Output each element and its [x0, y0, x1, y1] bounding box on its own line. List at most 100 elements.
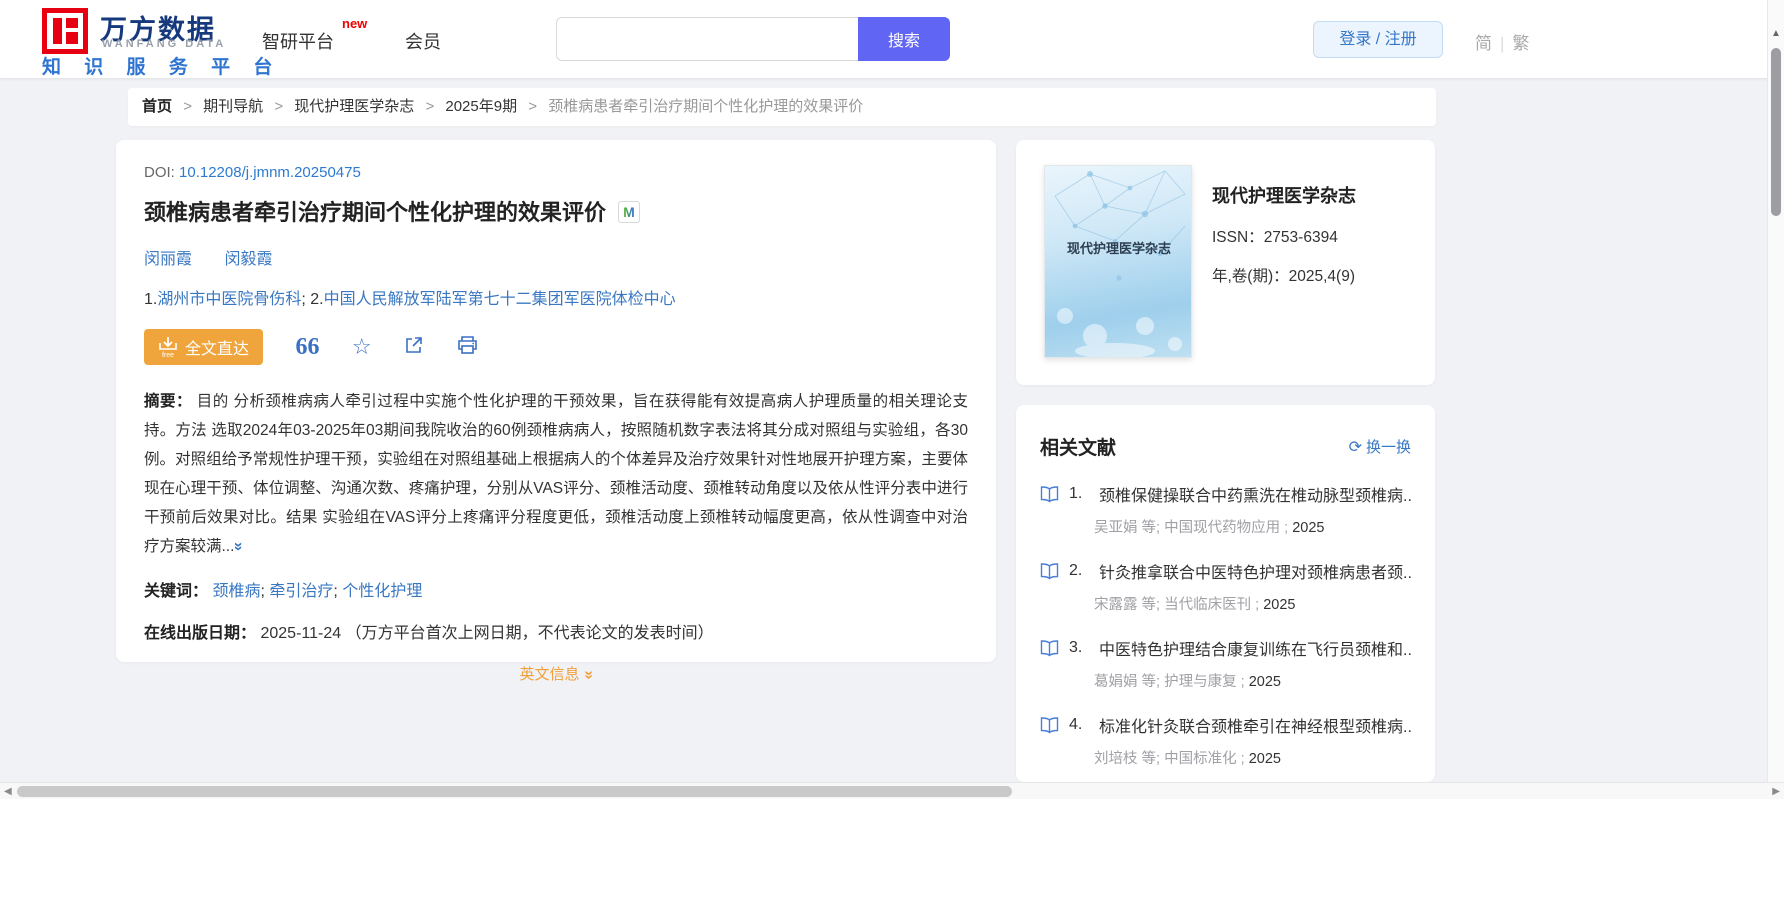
- breadcrumb-home[interactable]: 首页: [142, 98, 172, 115]
- related-item-meta: 葛娟娟 等; 护理与康复 ; 2025: [1094, 674, 1281, 690]
- journal-card: 现代护理医学杂志 现代护理医学杂志 ISSN：2753-6394 年,卷(期)：…: [1016, 140, 1435, 385]
- keyword-link[interactable]: 个性化护理: [342, 583, 422, 600]
- related-item: 4. 标准化针灸联合颈椎牵引在神经根型颈椎病... 刘培枝 等; 中国标准化 ;…: [1040, 713, 1411, 768]
- related-item: 2. 针灸推拿联合中医特色护理对颈椎病患者颈... 宋露露 等; 当代临床医刊 …: [1040, 559, 1411, 614]
- cover-network-art: [1054, 170, 1186, 357]
- article-title: 颈椎病患者牵引治疗期间个性化护理的效果评价 M: [144, 195, 968, 227]
- breadcrumb-issue[interactable]: 2025年9期: [445, 98, 517, 115]
- journal-volume: 年,卷(期)：2025,4(9): [1212, 268, 1355, 285]
- affiliations: 1.湖州市中医院骨伤科; 2.中国人民解放军陆军第七十二集团军医院体检中心: [144, 285, 968, 309]
- affiliation-link[interactable]: 中国人民解放军陆军第七十二集团军医院体检中心: [324, 291, 676, 308]
- cite-icon[interactable]: 66: [295, 335, 319, 359]
- lang-traditional[interactable]: 繁: [1512, 34, 1529, 53]
- breadcrumb: 首页 > 期刊导航 > 现代护理医学杂志 > 2025年9期 > 颈椎病患者牵引…: [128, 88, 1436, 126]
- search-input[interactable]: [556, 17, 858, 61]
- print-icon[interactable]: [457, 335, 478, 360]
- related-item-title[interactable]: 标准化针灸联合颈椎牵引在神经根型颈椎病...: [1099, 713, 1411, 737]
- related-item-title[interactable]: 中医特色护理结合康复训练在飞行员颈椎和...: [1099, 636, 1411, 660]
- refresh-related-button[interactable]: ⟳ 换一换: [1349, 436, 1411, 457]
- breadcrumb-current: 颈椎病患者牵引治疗期间个性化护理的效果评价: [548, 98, 864, 115]
- journal-name[interactable]: 现代护理医学杂志: [1212, 182, 1356, 208]
- breadcrumb-journal-nav[interactable]: 期刊导航: [203, 98, 263, 115]
- breadcrumb-separator: >: [425, 98, 435, 115]
- keyword-link[interactable]: 颈椎病: [212, 583, 260, 600]
- scroll-up-arrow-icon[interactable]: ▲: [1771, 28, 1781, 39]
- keyword-separator: ;: [260, 583, 265, 600]
- english-info-row: 英文信息»: [144, 663, 968, 684]
- related-item: 1. 颈椎保健操联合中药熏洗在椎动脉型颈椎病... 吴亚娟 等; 中国现代药物应…: [1040, 482, 1411, 537]
- affiliation-link[interactable]: 湖州市中医院骨伤科: [157, 291, 301, 308]
- language-switch: 简 | 繁: [1475, 29, 1529, 54]
- author-link[interactable]: 闵毅霞: [224, 251, 272, 268]
- logo-tagline: 知 识 服 务 平 台: [42, 57, 282, 78]
- keyword-separator: ;: [333, 583, 338, 600]
- related-item-number: 4.: [1069, 716, 1083, 733]
- lang-divider: |: [1500, 34, 1505, 53]
- doi-link[interactable]: 10.12208/j.jmnm.20250475: [179, 164, 361, 181]
- related-item-meta: 吴亚娟 等; 中国现代药物应用 ; 2025: [1094, 520, 1325, 536]
- svg-text:free: free: [162, 352, 174, 358]
- online-date-row: 在线出版日期： 2025-11-24 （万方平台首次上网日期，不代表论文的发表时…: [144, 619, 968, 643]
- vertical-scrollbar-thumb[interactable]: [1771, 48, 1781, 216]
- wanfang-logo-icon[interactable]: [42, 8, 88, 54]
- doi-label: DOI:: [144, 164, 175, 181]
- refresh-icon: ⟳: [1348, 439, 1362, 456]
- related-item: 3. 中医特色护理结合康复训练在飞行员颈椎和... 葛娟娟 等; 护理与康复 ;…: [1040, 636, 1411, 691]
- m-badge-icon[interactable]: M: [618, 201, 641, 223]
- logo-en-text: WANFANG DATA: [102, 38, 227, 50]
- search-bar: 搜索: [556, 17, 950, 61]
- related-item-title[interactable]: 颈椎保健操联合中药熏洗在椎动脉型颈椎病...: [1099, 482, 1411, 506]
- author-link[interactable]: 闵丽霞: [144, 251, 192, 268]
- lang-simplified[interactable]: 简: [1475, 34, 1492, 53]
- share-icon[interactable]: [404, 335, 424, 360]
- affiliation-separator: ;: [301, 291, 306, 308]
- related-title: 相关文献: [1040, 438, 1117, 459]
- keywords-row: 关键词： 颈椎病; 牵引治疗; 个性化护理: [144, 577, 968, 601]
- affiliation-num: 2.: [310, 291, 324, 308]
- scroll-right-arrow-icon[interactable]: ▶: [1772, 786, 1780, 797]
- related-item-number: 2.: [1069, 562, 1083, 579]
- book-icon: [1040, 485, 1059, 502]
- breadcrumb-separator: >: [274, 98, 284, 115]
- search-button[interactable]: 搜索: [858, 17, 950, 61]
- related-item-number: 1.: [1069, 485, 1083, 502]
- online-date-note: （万方平台首次上网日期，不代表论文的发表时间）: [345, 625, 714, 642]
- author-list: 闵丽霞 闵毅霞: [144, 245, 968, 269]
- nav-member[interactable]: 会员: [405, 28, 441, 54]
- cover-title: 现代护理医学杂志: [1066, 241, 1171, 256]
- book-icon: [1040, 716, 1059, 733]
- fulltext-button[interactable]: free 全文直达: [144, 329, 264, 365]
- login-register-button[interactable]: 登录 / 注册: [1313, 21, 1443, 58]
- horizontal-scrollbar[interactable]: ◀ ▶: [0, 782, 1784, 799]
- scroll-left-arrow-icon[interactable]: ◀: [4, 786, 12, 797]
- book-icon: [1040, 562, 1059, 579]
- breadcrumb-journal[interactable]: 现代护理医学杂志: [294, 98, 414, 115]
- article-card: DOI: 10.12208/j.jmnm.20250475 颈椎病患者牵引治疗期…: [116, 140, 996, 683]
- new-badge: new: [342, 16, 368, 31]
- keywords-label: 关键词：: [144, 583, 209, 600]
- english-info-chevron-icon[interactable]: »: [579, 671, 597, 680]
- vertical-scrollbar[interactable]: ▲: [1767, 0, 1784, 782]
- nav-zhiyan-platform[interactable]: 智研平台 new: [262, 16, 367, 54]
- favorite-star-icon[interactable]: ☆: [352, 334, 372, 360]
- online-date-label: 在线出版日期：: [144, 625, 257, 642]
- horizontal-scrollbar-thumb[interactable]: [17, 786, 1012, 797]
- page: 万方数据 WANFANG DATA 知 识 服 务 平 台 智研平台 new 会…: [0, 0, 1784, 899]
- expand-abstract-icon[interactable]: »: [224, 542, 253, 551]
- keyword-link[interactable]: 牵引治疗: [269, 583, 333, 600]
- breadcrumb-separator: >: [528, 98, 538, 115]
- bottom-gutter: [0, 800, 1784, 899]
- english-info-link[interactable]: 英文信息: [520, 666, 580, 683]
- top-header: 万方数据 WANFANG DATA 知 识 服 务 平 台 智研平台 new 会…: [0, 0, 1784, 78]
- doi-row: DOI: 10.12208/j.jmnm.20250475: [144, 164, 968, 181]
- journal-issn: ISSN：2753-6394: [1212, 229, 1338, 246]
- related-item-meta: 宋露露 等; 当代临床医刊 ; 2025: [1094, 597, 1296, 613]
- free-download-icon: free: [159, 337, 177, 358]
- journal-cover[interactable]: 现代护理医学杂志: [1044, 165, 1192, 358]
- action-bar: free 全文直达 66 ☆: [144, 329, 968, 365]
- related-item-title[interactable]: 针灸推拿联合中医特色护理对颈椎病患者颈...: [1099, 559, 1411, 583]
- related-item-number: 3.: [1069, 639, 1083, 656]
- content-area: 首页 > 期刊导航 > 现代护理医学杂志 > 2025年9期 > 颈椎病患者牵引…: [0, 78, 1784, 782]
- abstract-label: 摘要：: [144, 393, 192, 410]
- related-articles-card: 相关文献 ⟳ 换一换 1. 颈椎保健操联合中药熏洗在椎动脉型颈椎病... 吴亚娟 …: [1016, 405, 1435, 782]
